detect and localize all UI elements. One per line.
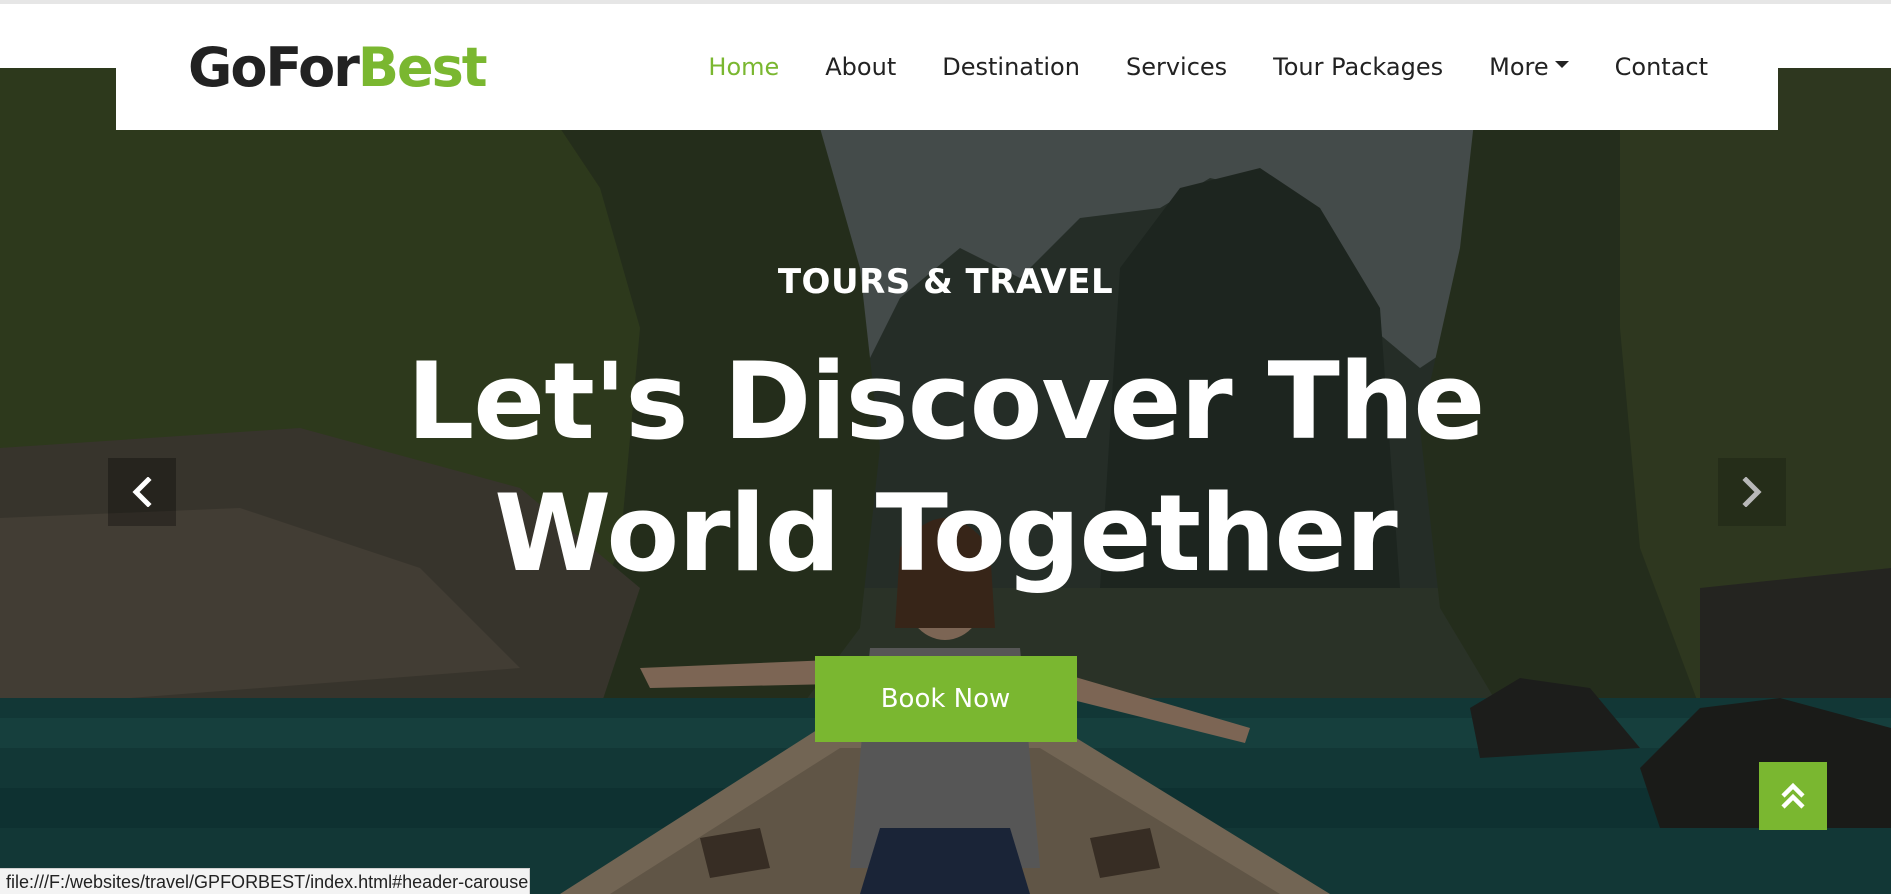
brand-logo[interactable]: GoForBest	[188, 35, 488, 99]
nav-item-more-dropdown[interactable]: More	[1489, 53, 1569, 81]
nav-links: Home About Destination Services Tour Pac…	[708, 53, 1708, 81]
hero-headline-line2: World Together	[494, 472, 1397, 595]
carousel-prev-button[interactable]	[108, 458, 176, 526]
back-to-top-button[interactable]	[1759, 762, 1827, 830]
logo-text-primary: GoFor	[188, 35, 360, 99]
double-chevron-up-icon	[1781, 782, 1805, 809]
nav-item-destination[interactable]: Destination	[942, 53, 1080, 81]
hero-eyebrow: TOURS & TRAVEL	[777, 262, 1114, 302]
nav-item-home[interactable]: Home	[708, 53, 779, 81]
hero-caption: TOURS & TRAVEL Let's Discover The World …	[0, 262, 1891, 742]
nav-item-about[interactable]: About	[825, 53, 896, 81]
hero-headline: Let's Discover The World Together	[0, 336, 1891, 600]
nav-item-services[interactable]: Services	[1126, 53, 1227, 81]
nav-item-more-label: More	[1489, 53, 1549, 81]
nav-item-contact[interactable]: Contact	[1615, 53, 1708, 81]
chevron-left-icon	[132, 477, 152, 507]
chevron-right-icon	[1742, 477, 1762, 507]
book-now-button[interactable]: Book Now	[814, 656, 1077, 742]
navbar: GoForBest Home About Destination Service…	[116, 4, 1778, 130]
page: GoForBest Home About Destination Service…	[0, 0, 1891, 894]
nav-item-tour-packages[interactable]: Tour Packages	[1273, 53, 1443, 81]
caret-down-icon	[1554, 60, 1569, 68]
browser-status-url: file:///F:/websites/travel/GPFORBEST/ind…	[0, 868, 530, 894]
logo-text-accent: Best	[357, 35, 488, 99]
hero-headline-line1: Let's Discover The	[406, 340, 1485, 463]
carousel-next-button[interactable]	[1718, 458, 1786, 526]
